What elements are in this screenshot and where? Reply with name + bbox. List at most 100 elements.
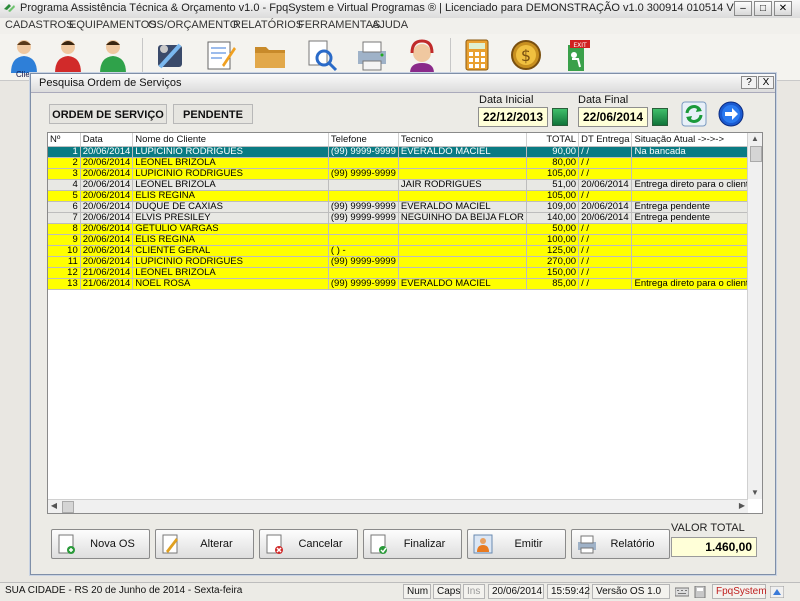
cell-data: 20/06/2014 <box>80 179 134 191</box>
col-header-dt-entrega[interactable]: DT Entrega <box>578 133 633 147</box>
horizontal-scrollbar[interactable]: ◀ ▶ <box>48 499 748 513</box>
col-header-data[interactable]: Data <box>80 133 134 147</box>
total-value-label: VALOR TOTAL <box>671 522 745 534</box>
help-button[interactable]: ? <box>741 76 757 89</box>
edit-document-icon[interactable] <box>202 37 238 73</box>
menu-ferramentas[interactable]: FERRAMENTAS <box>298 19 380 31</box>
col-header-numero[interactable]: Nº <box>48 133 81 147</box>
edit-button[interactable]: Alterar <box>155 529 254 559</box>
minimize-button[interactable]: – <box>734 1 752 16</box>
table-row[interactable]: 1 20/06/2014 LUPICINIO RODRIGUES (99) 9999-… <box>48 146 762 158</box>
col-header-situacao[interactable]: Situação Atual ->->-> <box>631 133 762 147</box>
printer-icon[interactable] <box>354 37 390 73</box>
col-header-cliente[interactable]: Nome do Cliente <box>132 133 329 147</box>
table-row[interactable]: 5 20/06/2014 ELIS REGINA 105,00 / / <box>48 190 762 202</box>
folder-icon[interactable] <box>252 37 288 73</box>
cell-numero: 4 <box>48 179 81 191</box>
tools-icon[interactable] <box>152 37 188 73</box>
exit-icon[interactable]: EXIT <box>558 37 594 73</box>
col-header-telefone[interactable]: Telefone <box>328 133 399 147</box>
refresh-icon[interactable] <box>681 101 707 127</box>
cell-total: 105,00 <box>526 168 580 180</box>
menu-relatorios[interactable]: RELATÓRIOS <box>233 19 303 31</box>
go-forward-icon[interactable] <box>718 101 744 127</box>
dialog-close-button[interactable]: X <box>758 76 774 89</box>
report-button[interactable]: Relatório <box>571 529 670 559</box>
client-user-icon[interactable] <box>6 37 42 73</box>
window-title: Programa Assistência Técnica & Orçamento… <box>20 2 734 14</box>
table-row[interactable]: 7 20/06/2014 ELVIS PRESILEY (99) 9999-9999 N… <box>48 212 762 224</box>
user-red-icon[interactable] <box>50 37 86 73</box>
search-document-icon[interactable] <box>303 37 339 73</box>
cell-dt-entrega: / / <box>578 245 633 257</box>
table-row[interactable]: 13 21/06/2014 NOEL ROSA (99) 9999-9999 EVERA… <box>48 278 762 290</box>
maximize-button[interactable]: □ <box>754 1 772 16</box>
table-row[interactable]: 4 20/06/2014 LEONEL BRIZOLA JAIR RODRIGUES 5… <box>48 179 762 191</box>
cell-data: 20/06/2014 <box>80 245 134 257</box>
report-label: Relatório <box>610 538 655 550</box>
cell-numero: 7 <box>48 212 81 224</box>
search-orders-dialog: Pesquisa Ordem de Serviços ? X ORDEM DE … <box>30 73 776 575</box>
new-os-button[interactable]: Nova OS <box>51 529 150 559</box>
date-end-label: Data Final <box>578 94 629 106</box>
cell-numero: 5 <box>48 190 81 202</box>
toolbar-separator <box>450 38 451 74</box>
cell-total: 125,00 <box>526 245 580 257</box>
info-icon <box>769 585 785 599</box>
cell-numero: 6 <box>48 201 81 213</box>
calculator-icon[interactable] <box>459 37 495 73</box>
table-row[interactable]: 9 20/06/2014 ELIS REGINA 100,00 / / <box>48 234 762 246</box>
scroll-right-icon[interactable]: ▶ <box>736 500 748 512</box>
table-row[interactable]: 11 20/06/2014 LUPICINIO RODRIGUES (99) 9999… <box>48 256 762 268</box>
support-headset-icon[interactable] <box>404 37 440 73</box>
new-os-label: Nova OS <box>90 538 135 550</box>
menu-cadastros[interactable]: CADASTROS <box>5 19 73 31</box>
hscroll-thumb[interactable] <box>62 501 74 513</box>
calendar-start-icon[interactable] <box>552 108 568 126</box>
cell-numero: 13 <box>48 278 81 290</box>
cell-data: 20/06/2014 <box>80 256 134 268</box>
cell-cliente: LEONEL BRIZOLA <box>132 267 329 279</box>
table-row[interactable]: 3 20/06/2014 LUPICINIO RODRIGUES (99) 9999-… <box>48 168 762 180</box>
table-row[interactable]: 2 20/06/2014 LEONEL BRIZOLA 80,00 / / <box>48 157 762 169</box>
cell-tecnico: JAIR RODRIGUES <box>398 179 527 191</box>
status-brand: FpqSystem <box>712 584 767 599</box>
table-row[interactable]: 8 20/06/2014 GETULIO VARGAS 50,00 / / <box>48 223 762 235</box>
finalize-button[interactable]: Finalizar <box>363 529 462 559</box>
cell-telefone: (99) 9999-9999 <box>328 146 399 158</box>
date-end-field[interactable]: 22/06/2014 <box>578 107 648 127</box>
scroll-left-icon[interactable]: ◀ <box>48 500 60 512</box>
cell-situacao <box>631 234 762 246</box>
calendar-end-icon[interactable] <box>652 108 668 126</box>
date-start-field[interactable]: 22/12/2013 <box>478 107 548 127</box>
menu-equipamentos[interactable]: EQUIPAMENTOS <box>69 19 157 31</box>
cell-numero: 8 <box>48 223 81 235</box>
cell-tecnico: EVERALDO MACIEL <box>398 278 527 290</box>
cancel-button[interactable]: Cancelar <box>259 529 358 559</box>
cell-dt-entrega: / / <box>578 278 633 290</box>
user-green-icon[interactable] <box>95 37 131 73</box>
vertical-scrollbar[interactable]: ▲ ▼ <box>747 133 762 499</box>
table-row[interactable]: 12 21/06/2014 LEONEL BRIZOLA 150,00 / / <box>48 267 762 279</box>
cell-data: 21/06/2014 <box>80 278 134 290</box>
cell-situacao <box>631 157 762 169</box>
cell-total: 105,00 <box>526 190 580 202</box>
menu-os-orcamento[interactable]: OS/ORÇAMENTO <box>148 19 238 31</box>
scroll-up-icon[interactable]: ▲ <box>749 133 761 145</box>
scroll-thumb[interactable] <box>750 146 762 162</box>
status-city-date: SUA CIDADE - RS 20 de Junho de 2014 - Se… <box>5 585 243 596</box>
money-coin-icon[interactable]: $ <box>508 37 544 73</box>
table-row[interactable]: 10 20/06/2014 CLIENTE GERAL( ) - 125,00 / / <box>48 245 762 257</box>
scroll-down-icon[interactable]: ▼ <box>749 487 761 499</box>
table-row[interactable]: 6 20/06/2014 DUQUE DE CAXIAS (99) 9999-9999… <box>48 201 762 213</box>
emit-button[interactable]: Emitir <box>467 529 566 559</box>
close-button[interactable]: ✕ <box>774 1 792 16</box>
menu-ajuda[interactable]: AJUDA <box>372 19 408 31</box>
cell-dt-entrega: 20/06/2014 <box>578 179 633 191</box>
col-header-total[interactable]: TOTAL <box>526 133 580 147</box>
cell-cliente: DUQUE DE CAXIAS <box>132 201 329 213</box>
emit-label: Emitir <box>514 538 543 550</box>
cell-cliente: CLIENTE GERAL <box>132 245 329 257</box>
cell-situacao <box>631 223 762 235</box>
col-header-tecnico[interactable]: Tecnico <box>398 133 527 147</box>
